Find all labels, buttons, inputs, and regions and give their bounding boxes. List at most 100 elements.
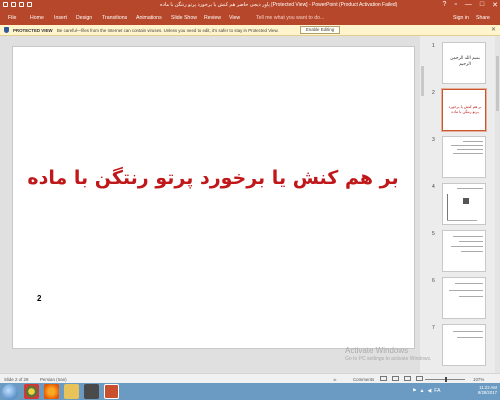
comments-button[interactable]: Comments [353,377,374,382]
thumbnail-frame[interactable] [442,230,486,272]
window-controls: ? ▫ — □ ✕ [443,1,499,9]
slide-sorter-icon[interactable] [392,376,399,381]
save-icon[interactable] [3,2,8,7]
text-line [461,251,483,252]
text-line [457,337,483,338]
thumbnail-number: 4 [432,184,435,190]
text-line [451,246,483,247]
media-player-icon[interactable] [84,384,99,399]
text-line [451,145,483,146]
undo-icon[interactable] [11,2,16,7]
tab-review[interactable]: Review [204,15,221,21]
tab-insert[interactable]: Insert [54,15,67,21]
close-button[interactable]: ✕ [492,1,498,9]
thumbnail-frame[interactable] [442,277,486,319]
normal-view-icon[interactable] [380,376,387,381]
tab-view[interactable]: View [229,15,240,21]
text-line [459,241,483,242]
thumbnail-text: بسم الله الرحمن الرحیم [450,55,480,66]
thumbnail-number: 5 [432,231,435,237]
system-tray: ⚑ ▲ ◀ FA [412,388,440,394]
chrome-icon[interactable] [24,384,39,399]
title-bar: پاور دیجی حاضر هم کنش یا برخورد پرتو رنت… [0,0,500,10]
shield-icon [4,27,9,33]
tab-file[interactable]: File [8,15,16,21]
minimize-button[interactable]: — [465,1,472,9]
network-icon[interactable]: ▲ [419,388,424,394]
thumbnail-number: 2 [432,90,435,96]
quick-access-toolbar [3,2,32,7]
help-button[interactable]: ? [443,1,447,9]
enable-editing-button[interactable]: Enable Editing [300,26,340,34]
text-line [455,283,483,284]
protected-view-bar: PROTECTED VIEW Be careful—files from the… [0,25,500,36]
scrollbar-thumb[interactable] [496,56,499,111]
thumbnail-item[interactable]: 2 بر هم کنش یا برخورد پرتو رنتگن با ماده [432,89,487,131]
ribbon-display-button[interactable]: ▫ [454,1,456,9]
slide-thumbnails-pane: 1 بسم الله الرحمن الرحیم 2 بر هم کنش یا … [425,36,500,373]
thumbnail-item[interactable]: 5 [432,230,487,272]
text-line [453,236,483,237]
thumbnails-scrollbar[interactable] [495,36,500,373]
thumbnail-number: 6 [432,278,435,284]
ribbon-tabs: File Home Insert Design Transitions Anim… [0,10,500,25]
thumbnail-number: 1 [432,43,435,49]
diagram-shape [463,198,469,204]
firefox-icon[interactable] [44,384,59,399]
maximize-button[interactable]: □ [480,1,484,9]
slide-number: 2 [37,294,42,303]
thumbnail-number: 7 [432,325,435,331]
tab-home[interactable]: Home [30,15,44,21]
view-buttons [380,376,423,381]
start-button[interactable] [2,384,18,400]
text-line [457,188,483,189]
tell-me-box[interactable]: Tell me what you want to do... [256,15,324,21]
thumbnail-frame[interactable]: بر هم کنش یا برخورد پرتو رنتگن با ماده [442,89,486,131]
tab-animations[interactable]: Animations [136,15,162,21]
redo-icon[interactable] [19,2,24,7]
zoom-slider-handle[interactable] [445,377,447,382]
start-presentation-icon[interactable] [27,2,32,7]
thumbnail-item[interactable]: 4 [432,183,487,225]
text-line [453,153,483,154]
thumbnail-text: بر هم کنش یا برخورد پرتو رنتگن با ماده [448,105,482,114]
current-slide[interactable]: بر هم کنش یا برخورد پرتو رنتگن با ماده 2 [12,46,415,349]
thumbnail-frame[interactable] [442,136,486,178]
share-button[interactable]: Share [476,15,490,21]
reading-view-icon[interactable] [404,376,411,381]
workspace: بر هم کنش یا برخورد پرتو رنتگن با ماده 2… [0,36,500,373]
window-title: پاور دیجی حاضر هم کنش یا برخورد پرتو رنت… [160,2,398,8]
sign-in-link[interactable]: Sign in [453,15,469,21]
thumbnail-item[interactable]: 1 بسم الله الرحمن الرحیم [432,42,487,84]
protected-view-label: PROTECTED VIEW [13,28,53,33]
thumbnail-item[interactable]: 7 [432,324,487,366]
axis-line [447,194,448,220]
activate-windows-watermark: Activate Windows Go to PC settings to ac… [345,346,431,364]
close-icon[interactable]: ✕ [491,26,496,33]
tab-transitions[interactable]: Transitions [102,15,127,21]
thumbnail-frame[interactable] [442,183,486,225]
slide-heading: بر هم کنش یا برخورد پرتو رنتگن با ماده [27,167,399,189]
zoom-level[interactable]: 107% [473,377,484,382]
taskbar: ⚑ ▲ ◀ FA 11:22 AM 9/28/2017 [0,383,500,400]
slide-count: Slide 2 of 28 [4,377,29,382]
scrollbar-thumb[interactable] [421,66,424,96]
flag-icon[interactable]: ⚑ [412,388,416,394]
volume-icon[interactable]: ◀ [427,388,431,394]
thumbnail-frame[interactable] [442,324,486,366]
thumbnail-item[interactable]: 3 [432,136,487,178]
watermark-title: Activate Windows [345,346,409,355]
keyboard-language[interactable]: FA [434,388,440,394]
slideshow-icon[interactable] [416,376,423,381]
protected-view-message: Be careful—files from the Internet can c… [57,28,279,33]
text-line [449,290,483,291]
language-indicator[interactable]: Persian (Iran) [40,377,67,382]
powerpoint-icon[interactable] [104,384,119,399]
thumbnail-frame[interactable]: بسم الله الرحمن الرحیم [442,42,486,84]
clock[interactable]: 11:22 AM 9/28/2017 [478,385,497,395]
thumbnail-item[interactable]: 6 [432,277,487,319]
text-line [459,296,483,297]
tab-design[interactable]: Design [76,15,92,21]
tab-slide-show[interactable]: Slide Show [171,15,197,21]
file-explorer-icon[interactable] [64,384,79,399]
